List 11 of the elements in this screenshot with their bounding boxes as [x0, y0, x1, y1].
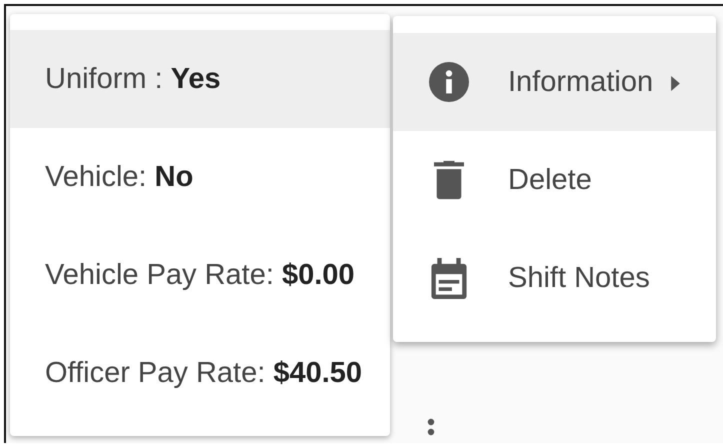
menu-item[interactable]: Officer Pay Rate: $40.50: [10, 324, 390, 422]
trash-icon: [434, 160, 464, 200]
menu-item[interactable]: Uniform : Yes: [10, 30, 390, 128]
menu-item[interactable]: Vehicle: No: [10, 128, 390, 226]
menu-item[interactable]: Information: [393, 33, 716, 131]
menu-item[interactable]: Delete: [393, 131, 716, 229]
calendar-icon: [431, 258, 467, 298]
menu-item[interactable]: Shift Notes: [393, 229, 716, 327]
info-icon: [429, 62, 469, 102]
more-icon[interactable]: [427, 418, 435, 436]
menu-item[interactable]: Vehicle Pay Rate: $0.00: [10, 226, 390, 324]
